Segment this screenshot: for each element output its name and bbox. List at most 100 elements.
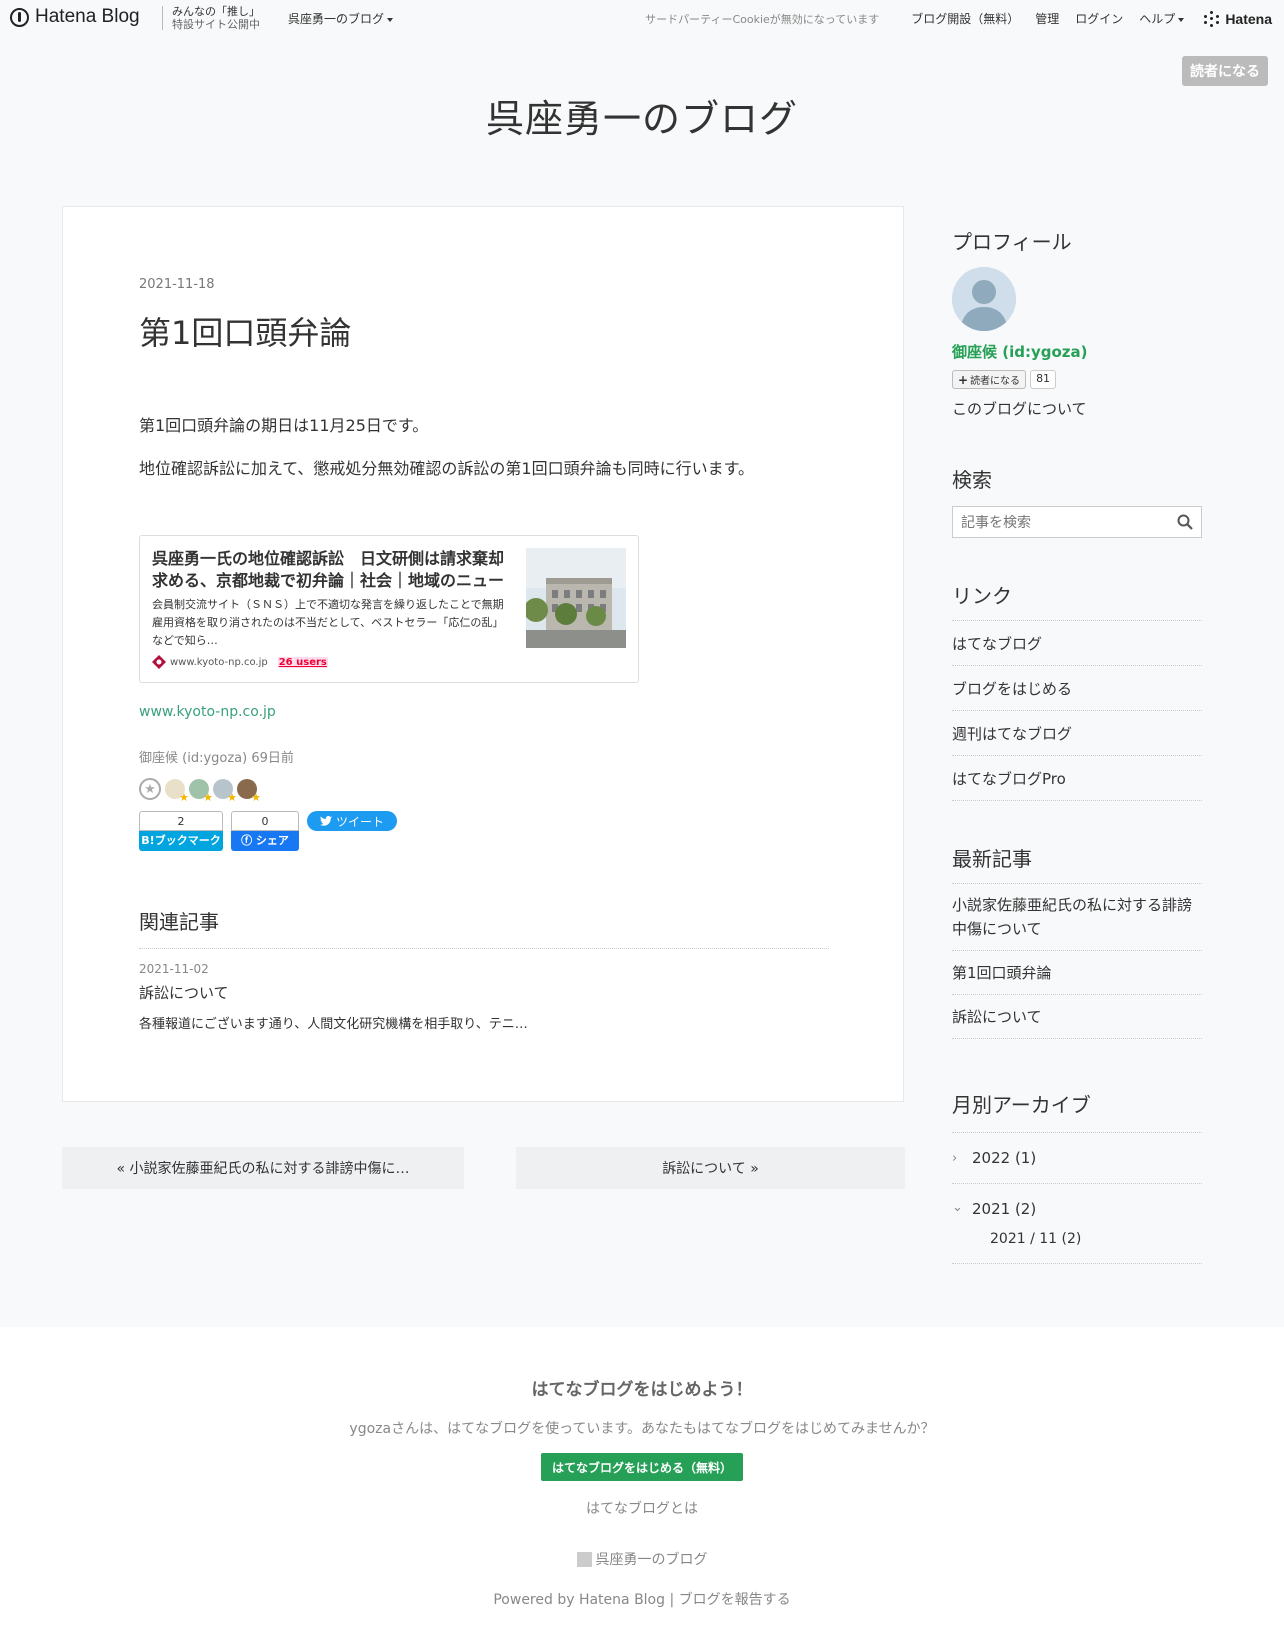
add-star-icon[interactable]: ★ <box>139 778 161 800</box>
search-icon[interactable] <box>1177 514 1193 530</box>
about-blog-link[interactable]: このブログについて <box>952 398 1087 419</box>
link-embed-card[interactable]: 呉座勇一氏の地位確認訴訟 日文研側は請求棄却求める、京都地裁で初弁論｜社会｜地域… <box>139 535 639 683</box>
profile-subscribe: + 読者になる 81 <box>952 370 1057 389</box>
kyoto-np-favicon-icon <box>152 655 166 669</box>
caret-down-icon <box>387 17 394 22</box>
hatena-brand-text: Hatena <box>1225 10 1272 27</box>
plus-icon: + <box>958 372 969 387</box>
recent-entry-item[interactable]: 小説家佐藤亜紀氏の私に対する誹謗中傷について <box>952 884 1202 951</box>
embed-description: 会員制交流サイト（ＳＮＳ）上で不適切な発言を繰り返したことで無期雇用資格を取り消… <box>152 598 504 647</box>
hatena-blog-logo[interactable]: Hatena Blog <box>10 6 140 28</box>
links-list: はてなブログ ブログをはじめる 週刊はてなブログ はてなブログPro <box>952 620 1202 801</box>
footer-title: はてなブログをはじめよう！ <box>531 1380 753 1400</box>
related-snippet: 各種報道にございます通り、人間文化研究機構を相手取り、テニ… <box>139 1017 528 1032</box>
entry-paragraph: 第1回口頭弁論の期日は11月25日です。 <box>139 416 429 435</box>
archive-heading: 月別アーカイブ <box>952 1093 1091 1117</box>
facebook-icon: ⓕ <box>241 834 256 847</box>
profile-heading: プロフィール <box>952 230 1072 254</box>
share-buttons: 2 B!ブックマーク 0 ⓕ シェア ツイート <box>139 811 397 851</box>
pager-next[interactable]: 訴訟について » <box>516 1147 905 1189</box>
open-blog-link[interactable]: ブログ開設（無料） <box>911 10 1019 27</box>
subscriber-count[interactable]: 81 <box>1030 370 1057 389</box>
star-user-avatar[interactable] <box>213 779 237 804</box>
fb-label: シェア <box>255 834 289 847</box>
hatena-bookmark-button[interactable]: 2 B!ブックマーク <box>139 811 223 851</box>
entry-byline[interactable]: 御座候 (id:ygoza) 69日前 <box>139 747 294 766</box>
footer-blog-link-wrap: 呉座勇一のブログ <box>0 1549 1284 1569</box>
login-link[interactable]: ログイン <box>1075 10 1123 27</box>
building-thumbnail-image <box>526 548 626 648</box>
profile-name[interactable]: 御座候 (id:ygoza) <box>952 341 1087 362</box>
blog-title[interactable]: 呉座勇一のブログ <box>0 88 1284 143</box>
sidebar-link-item[interactable]: 週刊はてなブログ <box>952 711 1202 756</box>
chevron-right-icon[interactable]: › <box>952 1151 964 1166</box>
recent-entry-item[interactable]: 訴訟について <box>952 995 1202 1039</box>
embed-thumbnail[interactable] <box>526 548 626 648</box>
star-user-avatar[interactable] <box>189 779 213 804</box>
promo-link[interactable]: みんなの「推し」 特設サイト公開中 <box>172 5 260 31</box>
star-user-avatar[interactable] <box>165 779 189 804</box>
fb-count: 0 <box>231 811 299 831</box>
hatebu-users-link[interactable]: 26 users <box>277 656 328 668</box>
search-box <box>952 506 1202 538</box>
entry-date[interactable]: 2021-11-18 <box>139 277 215 292</box>
profile-avatar[interactable] <box>952 267 1016 331</box>
search-heading: 検索 <box>952 468 992 492</box>
embed-meta: www.kyoto-np.co.jp 26 users <box>152 655 328 669</box>
hatena-blog-logo-icon <box>10 7 29 27</box>
cookie-notice: サードパーティーCookieが無効になっています <box>645 12 880 26</box>
archive-year-2021[interactable]: ⌄ 2021 (2) <box>952 1184 1202 1264</box>
sidebar-link-item[interactable]: はてなブログ <box>952 621 1202 666</box>
sidebar-link-item[interactable]: ブログをはじめる <box>952 666 1202 711</box>
links-heading: リンク <box>952 584 1012 608</box>
sidebar-link-item[interactable]: はてなブログPro <box>952 756 1202 801</box>
archive-year-2022[interactable]: › 2022 (1) <box>952 1133 1202 1184</box>
tweet-button[interactable]: ツイート <box>307 811 397 831</box>
related-date: 2021-11-02 <box>139 962 209 976</box>
recent-list: 小説家佐藤亜紀氏の私に対する誹謗中傷について 第1回口頭弁論 訴訟について <box>952 883 1202 1039</box>
embed-title[interactable]: 呉座勇一氏の地位確認訴訟 日文研側は請求棄却求める、京都地裁で初弁論｜社会｜地域… <box>152 548 514 592</box>
global-header: Hatena Blog みんなの「推し」 特設サイト公開中 呉座勇一のブログ サ… <box>0 0 1284 36</box>
footer-blog-link[interactable]: 呉座勇一のブログ <box>596 1549 708 1569</box>
footer-description: ygozaさんは、はてなブログを使っています。あなたもはてなブログをはじめてみま… <box>349 1421 935 1437</box>
search-input[interactable] <box>959 508 1163 538</box>
facebook-share-button[interactable]: 0 ⓕ シェア <box>231 811 299 851</box>
hatena-brand-link[interactable]: Hatena <box>1204 10 1272 27</box>
related-title[interactable]: 訴訟について <box>139 982 229 1003</box>
subscribe-button[interactable]: 読者になる <box>1182 56 1268 86</box>
entry-title[interactable]: 第1回口頭弁論 <box>139 308 351 354</box>
promo-line1: みんなの「推し」 <box>172 5 260 18</box>
blog-menu-dropdown[interactable]: 呉座勇一のブログ <box>288 10 394 27</box>
related-heading: 関連記事 <box>139 910 219 934</box>
source-link[interactable]: www.kyoto-np.co.jp <box>139 704 276 720</box>
star-user-avatar[interactable] <box>237 779 261 804</box>
help-label: ヘルプ <box>1139 12 1176 26</box>
help-dropdown[interactable]: ヘルプ <box>1139 10 1185 27</box>
logo-text: Hatena Blog <box>35 6 140 27</box>
hatebu-count: 2 <box>139 811 223 831</box>
embed-domain: www.kyoto-np.co.jp <box>170 656 268 668</box>
fb-label-wrap: ⓕ シェア <box>231 831 299 851</box>
pager-prev[interactable]: « 小説家佐藤亜紀氏の私に対する誹謗中傷に… <box>62 1147 464 1189</box>
powered-by[interactable]: Powered by Hatena Blog | ブログを報告する <box>0 1589 1284 1609</box>
manage-link[interactable]: 管理 <box>1035 10 1059 27</box>
recent-heading: 最新記事 <box>952 847 1032 871</box>
archive-month-link[interactable]: 2021 / 11 (2) <box>990 1231 1081 1247</box>
related-divider <box>139 948 829 949</box>
promo-line2: 特設サイト公開中 <box>172 18 260 31</box>
what-is-hatena-blog-link[interactable]: はてなブログとは <box>0 1498 1284 1518</box>
tweet-label: ツイート <box>335 814 384 829</box>
archive-year-label: 2021 (2) <box>972 1200 1037 1218</box>
entry-paragraph: 地位確認訴訟に加えて、懲戒処分無効確認の訴訟の第1回口頭弁論も同時に行います。 <box>139 459 754 478</box>
start-blog-button[interactable]: はてなブログをはじめる（無料） <box>541 1453 743 1481</box>
twitter-bird-icon <box>319 816 332 826</box>
header-right-menu: サードパーティーCookieが無効になっています ブログ開設（無料） 管理 ログ… <box>645 10 1272 27</box>
subscribe-mini-button[interactable]: + 読者になる <box>952 370 1027 389</box>
blog-menu-label: 呉座勇一のブログ <box>288 12 385 26</box>
hatebu-label: B!ブックマーク <box>139 831 223 851</box>
recent-entry-item[interactable]: 第1回口頭弁論 <box>952 951 1202 995</box>
blog-icon <box>576 1551 592 1567</box>
subscribe-mini-label: 読者になる <box>970 376 1021 387</box>
default-avatar-icon <box>952 267 1016 331</box>
chevron-down-icon[interactable]: ⌄ <box>952 1200 964 1215</box>
